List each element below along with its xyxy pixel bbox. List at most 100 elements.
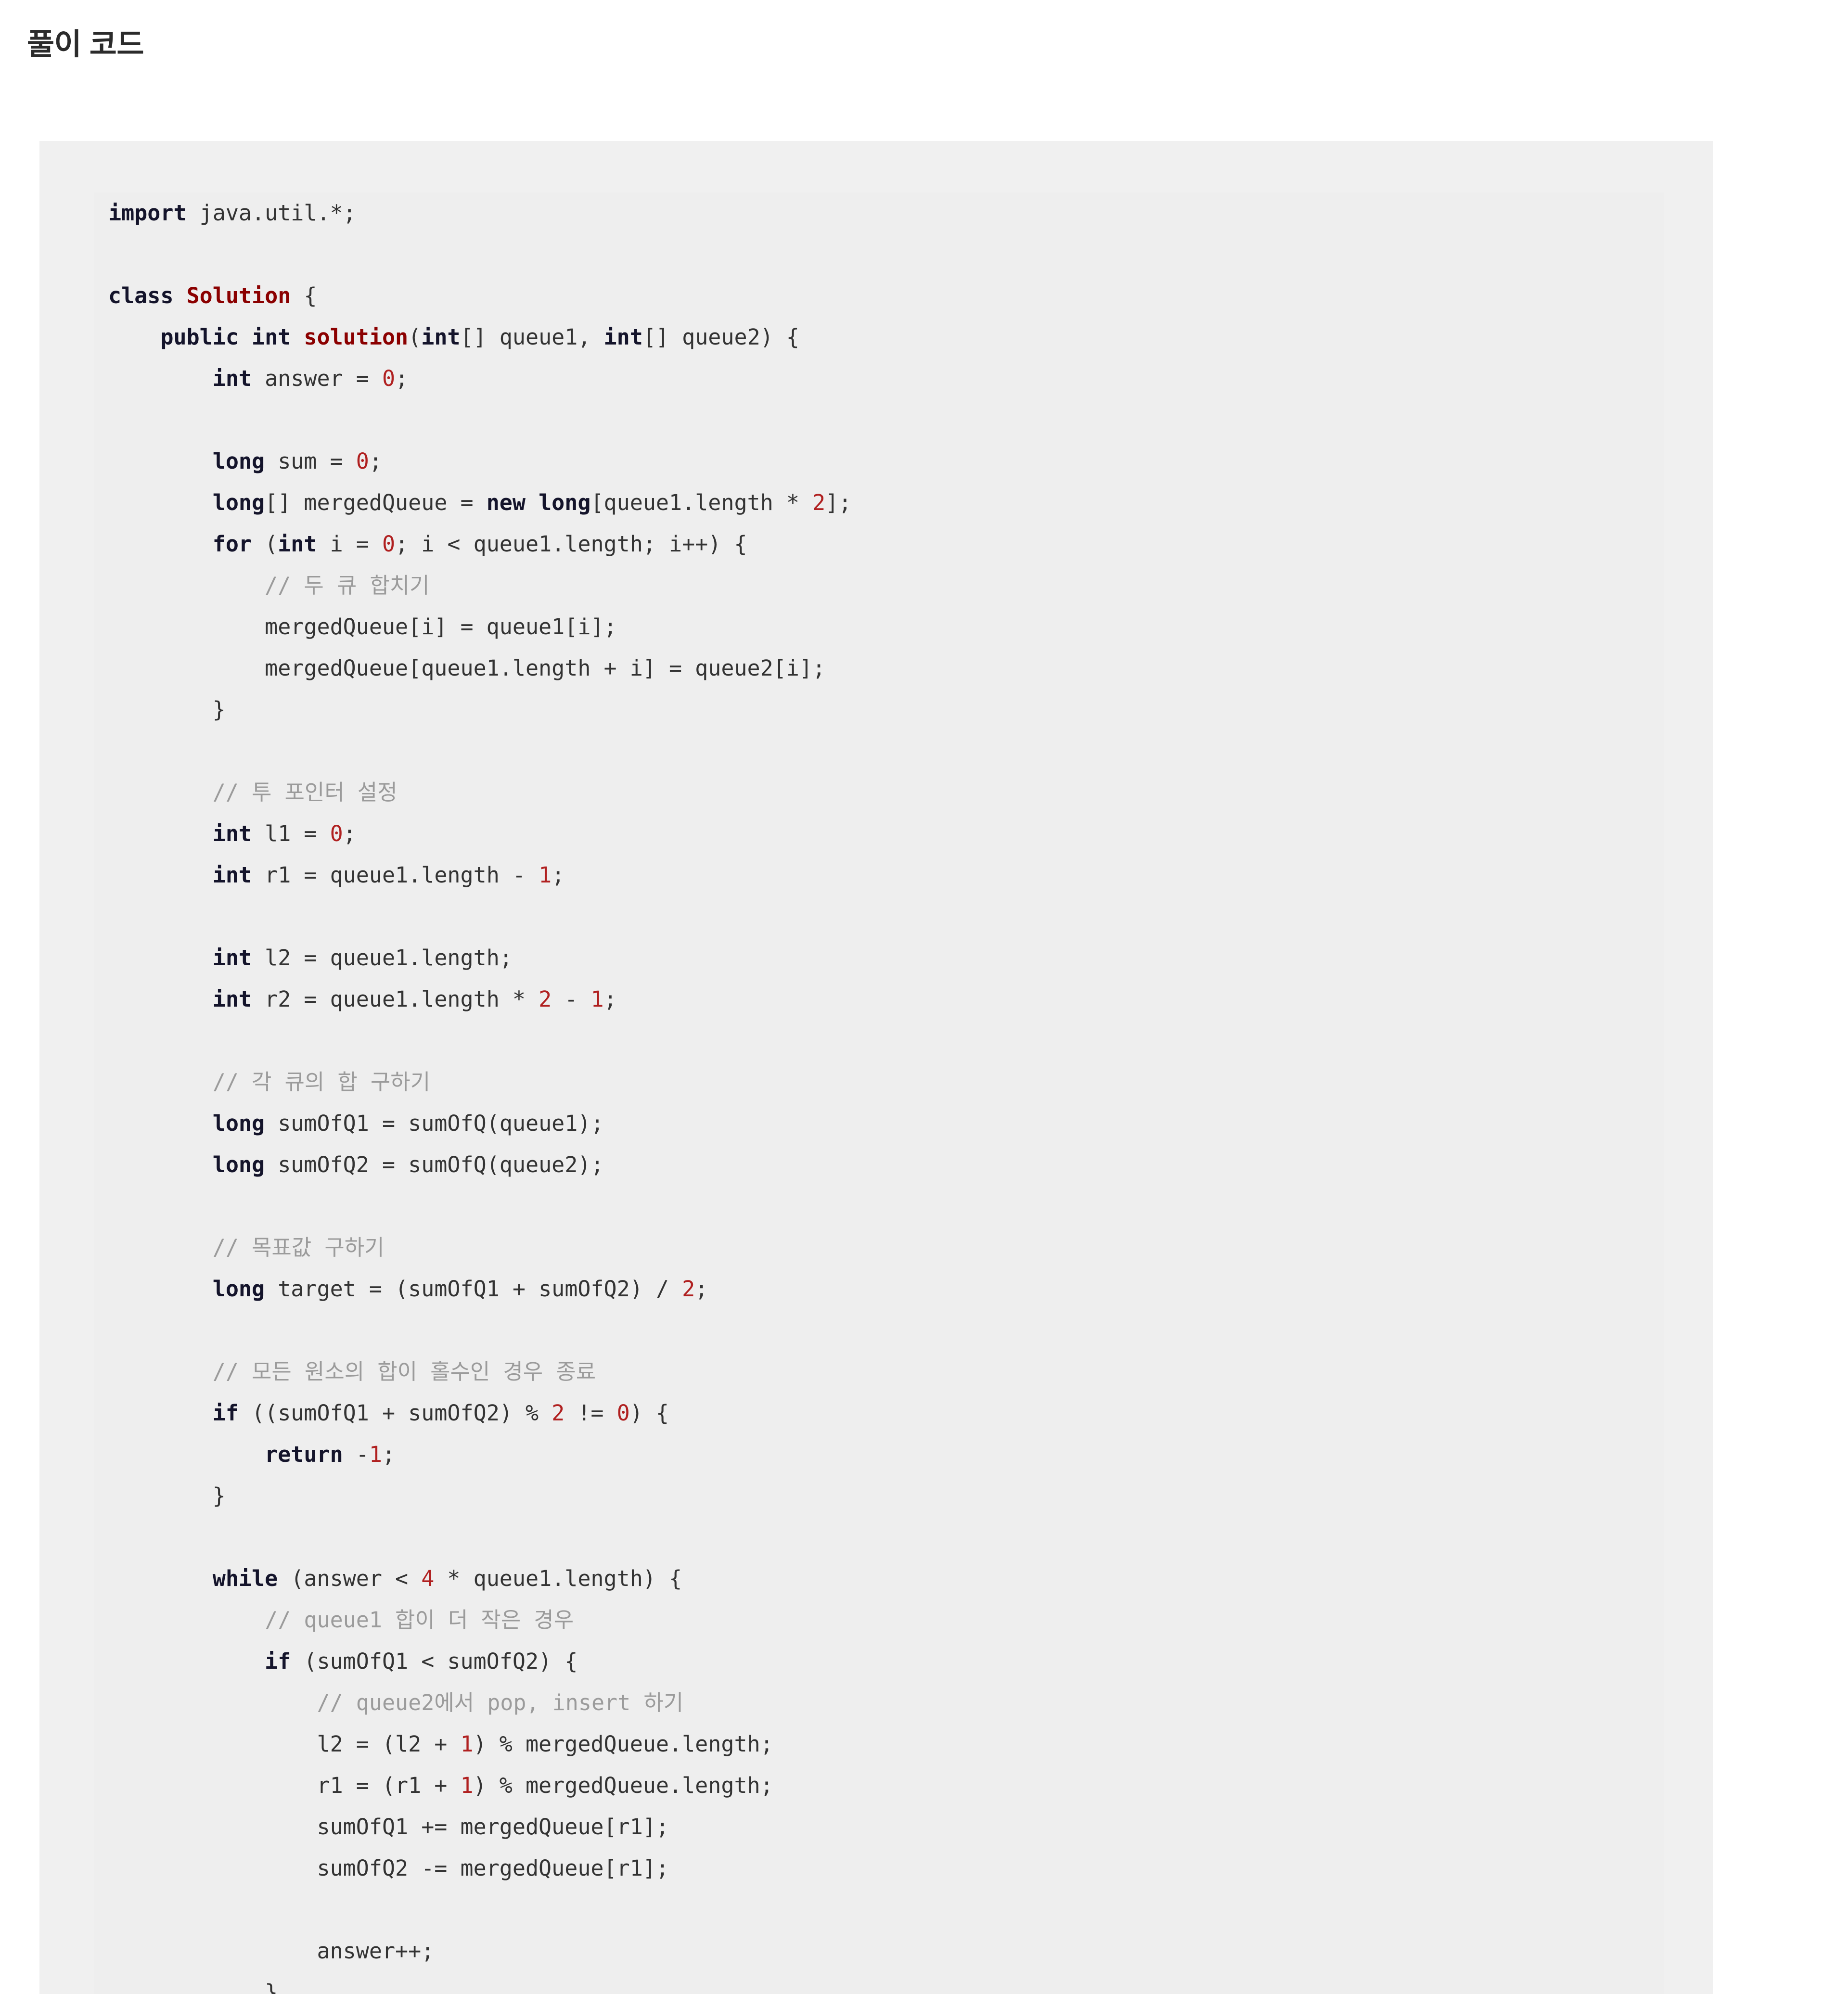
- code-line: int answer = 0;: [108, 358, 1664, 399]
- code-token-pl: ) % mergedQueue.length;: [473, 1773, 773, 1798]
- code-token-pl: java.util.*;: [186, 200, 356, 226]
- code-token-pl: }: [108, 1483, 226, 1508]
- code-token-pl: ;: [695, 1276, 708, 1302]
- code-token-num: 2: [539, 986, 552, 1012]
- code-token-pl: r1 = queue1.length -: [252, 862, 539, 888]
- code-token-pl: (: [252, 531, 278, 557]
- code-token-num: 1: [539, 862, 552, 888]
- code-token-pl: -: [343, 1442, 369, 1467]
- code-token-pl: ;: [343, 821, 356, 846]
- code-token-cmt: // 모든 원소의 합이 홀수인 경우 종료: [212, 1359, 596, 1384]
- code-line: // queue2에서 pop, insert 하기: [108, 1682, 1664, 1724]
- code-line: r1 = (r1 + 1) % mergedQueue.length;: [108, 1765, 1664, 1806]
- code-token-pl: (: [408, 324, 422, 350]
- code-token-cmt: // queue1 합이 더 작은 경우: [265, 1607, 574, 1633]
- code-token-cmt: // 투 포인터 설정: [212, 780, 398, 805]
- code-token-pl: l2 = queue1.length;: [252, 945, 513, 971]
- code-line: // 두 큐 합치기: [108, 565, 1664, 606]
- code-line: return -1;: [108, 1434, 1664, 1475]
- code-token-pl: ];: [825, 490, 852, 515]
- code-line: int l2 = queue1.length;: [108, 937, 1664, 979]
- code-token-kw: int: [603, 324, 643, 350]
- code-token-kw: long: [212, 1111, 265, 1136]
- code-token-pl: r2 = queue1.length *: [252, 986, 539, 1012]
- code-token-pl: [] queue1,: [460, 324, 604, 350]
- code-token-kw: return: [265, 1442, 343, 1467]
- code-token-pl: answer++;: [108, 1938, 435, 1964]
- code-token-pl: }: [108, 1980, 278, 1994]
- code-token-kw: int: [212, 821, 252, 846]
- code-token-kw: long: [212, 490, 265, 515]
- code-token-cmt: // 목표값 구하기: [212, 1235, 385, 1260]
- code-token-pl: sumOfQ2 = sumOfQ(queue2);: [265, 1152, 604, 1177]
- code-token-cmt: // 두 큐 합치기: [265, 573, 430, 598]
- code-token-pl: ) {: [629, 1400, 669, 1426]
- code-line: long target = (sumOfQ1 + sumOfQ2) / 2;: [108, 1268, 1664, 1310]
- code-token-kw: int: [212, 862, 252, 888]
- code-line: long sumOfQ2 = sumOfQ(queue2);: [108, 1144, 1664, 1186]
- code-token-pl: * queue1.length) {: [434, 1566, 682, 1591]
- code-token-pl: }: [108, 697, 226, 722]
- code-token-pl: ((sumOfQ1 + sumOfQ2) %: [238, 1400, 552, 1426]
- code-line: import java.util.*;: [108, 192, 1664, 234]
- code-token-pl: sumOfQ1 = sumOfQ(queue1);: [265, 1111, 604, 1136]
- code-token-num: 0: [382, 531, 396, 557]
- code-token-num: 4: [421, 1566, 435, 1591]
- code-line: }: [108, 1475, 1664, 1517]
- code-token-pl: ;: [603, 986, 617, 1012]
- code-token-cmt: // queue2에서 pop, insert 하기: [317, 1690, 684, 1715]
- code-token-cls: Solution: [186, 283, 291, 308]
- code-token-kw: while: [212, 1566, 278, 1591]
- code-token-kw: for: [212, 531, 252, 557]
- code-token-kw: int: [212, 945, 252, 971]
- code-token-kw: if: [212, 1400, 239, 1426]
- code-token-num: 1: [460, 1731, 474, 1757]
- code-line: l2 = (l2 + 1) % mergedQueue.length;: [108, 1724, 1664, 1765]
- code-token-num: 0: [330, 821, 343, 846]
- code-token-pl: -: [552, 986, 591, 1012]
- code-line: mergedQueue[queue1.length + i] = queue2[…: [108, 648, 1664, 689]
- code-line: mergedQueue[i] = queue1[i];: [108, 606, 1664, 648]
- code-token-pl: !=: [565, 1400, 617, 1426]
- code-line: long sum = 0;: [108, 441, 1664, 482]
- code-token-num: 2: [682, 1276, 695, 1302]
- code-block[interactable]: import java.util.*; class Solution { pub…: [94, 192, 1664, 1994]
- code-token-num: 1: [590, 986, 604, 1012]
- code-line: if ((sumOfQ1 + sumOfQ2) % 2 != 0) {: [108, 1393, 1664, 1434]
- code-token-pl: target = (sumOfQ1 + sumOfQ2) /: [265, 1276, 682, 1302]
- code-token-kw: long: [212, 1152, 265, 1177]
- code-token-num: 0: [356, 448, 369, 474]
- code-line: // 투 포인터 설정: [108, 772, 1664, 813]
- code-token-kw: int: [421, 324, 461, 350]
- code-token-pl: ) % mergedQueue.length;: [473, 1731, 773, 1757]
- code-token-kw: import: [108, 200, 187, 226]
- code-token-num: 1: [460, 1773, 474, 1798]
- code-token-pl: i =: [317, 531, 382, 557]
- code-token-num: 1: [369, 1442, 382, 1467]
- code-line: }: [108, 689, 1664, 730]
- code-line: int r1 = queue1.length - 1;: [108, 855, 1664, 896]
- code-token-num: 2: [552, 1400, 565, 1426]
- code-token-kw: int: [212, 366, 252, 391]
- code-token-pl: sumOfQ2 -= mergedQueue[r1];: [108, 1855, 669, 1881]
- code-token-pl: ;: [382, 1442, 396, 1467]
- code-line: for (int i = 0; i < queue1.length; i++) …: [108, 524, 1664, 565]
